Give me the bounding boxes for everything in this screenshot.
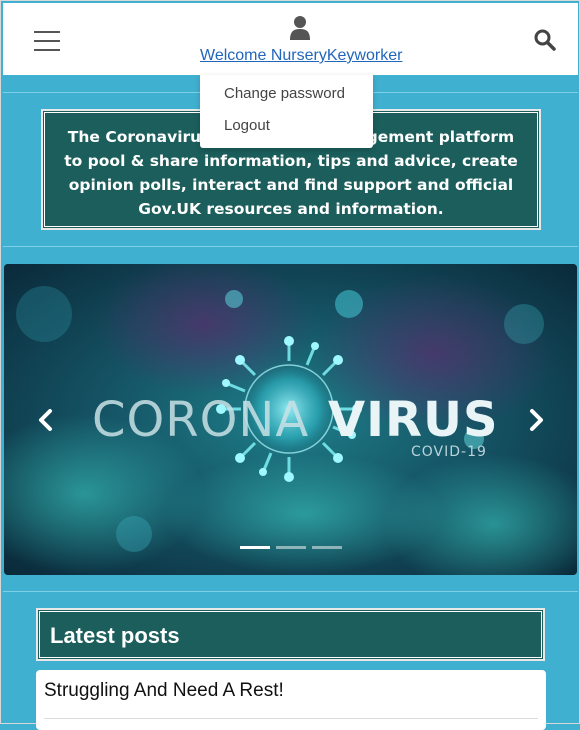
slide-title-light: CORONA — [92, 392, 309, 448]
carousel-indicator-1[interactable] — [240, 546, 270, 549]
change-password-menu-item[interactable]: Change password — [224, 85, 345, 102]
post-title[interactable]: Struggling And Need A Rest! — [44, 680, 284, 702]
post-divider — [44, 718, 538, 719]
user-icon[interactable] — [289, 15, 311, 41]
post-card[interactable]: Struggling And Need A Rest! — [36, 670, 546, 730]
hamburger-menu-icon[interactable] — [34, 31, 60, 51]
search-icon[interactable] — [533, 28, 557, 52]
logout-menu-item[interactable]: Logout — [224, 117, 270, 134]
latest-posts-header: Latest posts — [36, 608, 545, 661]
user-dropdown-menu: Change password Logout — [200, 75, 373, 148]
carousel-indicator-2[interactable] — [276, 546, 306, 549]
section-divider — [3, 591, 578, 592]
latest-posts-title: Latest posts — [50, 623, 180, 648]
section-divider — [3, 246, 578, 247]
carousel-next-chevron-right-icon[interactable] — [526, 405, 546, 435]
welcome-user-link[interactable]: Welcome NurseryKeyworker — [200, 47, 402, 65]
coronavirus-slide-image: CORONA VIRUS COVID-19 — [4, 264, 577, 575]
slide-title-bold: VIRUS — [328, 392, 499, 448]
image-carousel: CORONA VIRUS COVID-19 — [4, 264, 577, 575]
carousel-indicator-3[interactable] — [312, 546, 342, 549]
top-navbar: Welcome NurseryKeyworker — [3, 3, 578, 75]
slide-subtitle: COVID-19 — [411, 444, 487, 460]
carousel-prev-chevron-left-icon[interactable] — [36, 405, 56, 435]
